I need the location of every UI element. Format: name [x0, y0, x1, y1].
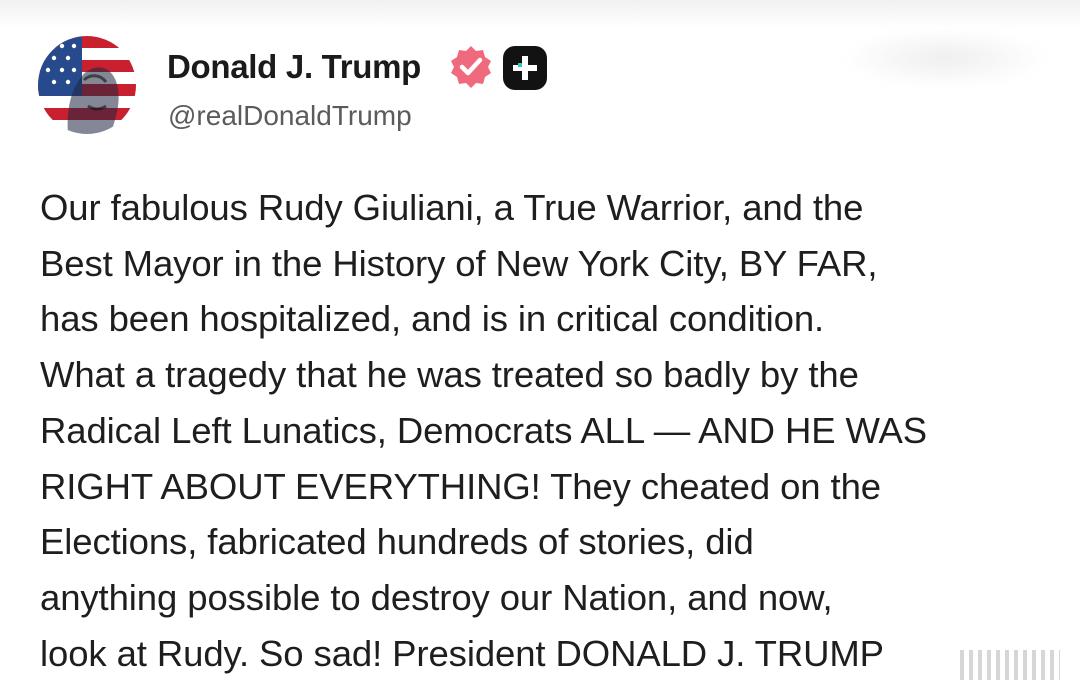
post-text: Our fabulous Rudy Giuliani, a True Warri…	[40, 180, 1050, 681]
watermark-mark	[960, 650, 1060, 680]
post-text-line: RIGHT ABOUT EVERYTHING! They cheated on …	[40, 465, 881, 507]
plus-square-icon	[503, 46, 547, 90]
post-text-line: What a tragedy that he was treated so ba…	[40, 354, 859, 396]
post-text-line: Radical Left Lunatics, Democrats ALL — A…	[40, 409, 927, 451]
post-text-line: anything possible to destroy our Nation,…	[40, 576, 833, 618]
author-handle[interactable]: @realDonaldTrump	[168, 100, 412, 132]
blurred-overlay	[840, 28, 1050, 88]
social-post-card: Donald J. Trump @realDonaldTrump Our fab…	[0, 0, 1080, 699]
post-text-line: has been hospitalized, and is in critica…	[40, 298, 825, 340]
author-name[interactable]: Donald J. Trump	[167, 48, 421, 86]
verified-badge-icon	[448, 44, 494, 90]
avatar-image	[38, 36, 136, 134]
post-text-line: Elections, fabricated hundreds of storie…	[40, 521, 754, 563]
avatar[interactable]	[38, 36, 136, 134]
post-text-line: Our fabulous Rudy Giuliani, a True Warri…	[40, 187, 864, 228]
post-text-line: Best Mayor in the History of New York Ci…	[40, 242, 878, 284]
post-text-line: look at Rudy. So sad! President DONALD J…	[40, 632, 884, 674]
